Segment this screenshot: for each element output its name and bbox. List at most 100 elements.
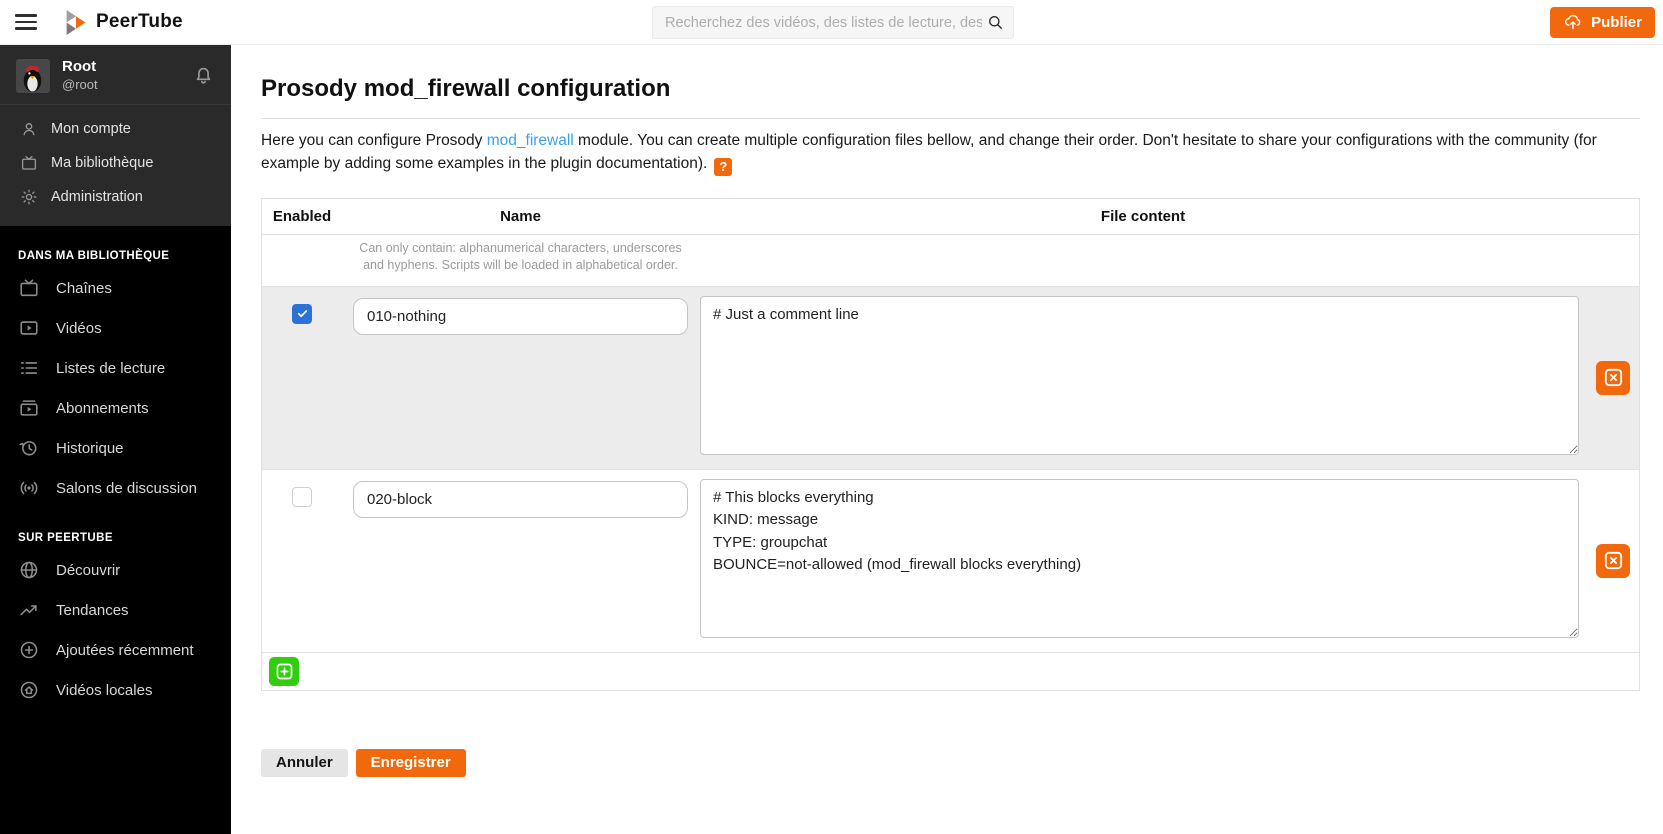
sidebar-item-decouvrir[interactable]: Découvrir: [0, 550, 231, 590]
mod-firewall-link[interactable]: mod_firewall: [487, 132, 574, 149]
search-input[interactable]: [665, 15, 982, 31]
sidebar-item-abonnements[interactable]: Abonnements: [0, 388, 231, 428]
user-name: Root: [62, 58, 180, 77]
sidebar-item-label: Vidéos: [56, 320, 102, 337]
user-handle: @root: [62, 77, 180, 93]
name-constraints-help: Can only contain: alphanumerical charact…: [342, 235, 699, 286]
publish-label: Publier: [1591, 14, 1642, 31]
user-block[interactable]: Root @root: [0, 45, 231, 104]
name-cell: [342, 287, 699, 469]
broadcast-icon: [18, 477, 40, 499]
table-header-row: Enabled Name File content: [262, 199, 1639, 235]
plus-square-icon: [274, 661, 295, 682]
playlist-icon: [18, 357, 40, 379]
sidebar-item-label: Mon compte: [51, 121, 131, 137]
home-circle-icon: [18, 679, 40, 701]
menu-toggle-button[interactable]: [15, 12, 39, 32]
form-actions: Annuler Enregistrer: [261, 749, 1640, 777]
firewall-config-table: Enabled Name File content Can only conta…: [261, 198, 1640, 691]
sidebar-item-ajoutees-recemment[interactable]: Ajoutées récemment: [0, 630, 231, 670]
sidebar-item-label: Chaînes: [56, 280, 112, 297]
sidebar-item-ma-bibliotheque[interactable]: Ma bibliothèque: [0, 146, 231, 180]
x-square-icon: [1602, 366, 1625, 389]
sidebar-item-label: Découvrir: [56, 562, 120, 579]
sidebar-item-mon-compte[interactable]: Mon compte: [0, 112, 231, 146]
sidebar-item-administration[interactable]: Administration: [0, 180, 231, 214]
col-header-actions: [1587, 199, 1639, 234]
globe-icon: [18, 559, 40, 581]
config-row-2: # This blocks everything KIND: message T…: [262, 469, 1639, 652]
enabled-cell: [262, 470, 342, 652]
sidebar-item-label: Salons de discussion: [56, 480, 197, 497]
actions-cell: [1587, 287, 1639, 469]
sidebar-item-label: Listes de lecture: [56, 360, 165, 377]
upload-cloud-icon: [1563, 12, 1583, 32]
search-icon[interactable]: [986, 13, 1005, 32]
enabled-checkbox[interactable]: [292, 304, 312, 324]
config-name-input[interactable]: [353, 481, 688, 518]
user-names: Root @root: [62, 58, 180, 93]
sidebar-item-listes-de-lecture[interactable]: Listes de lecture: [0, 348, 231, 388]
main-content: Prosody mod_firewall configuration Here …: [231, 45, 1663, 834]
tv-icon: [20, 154, 38, 172]
notifications-bell-icon[interactable]: [192, 64, 215, 87]
search-box: [652, 6, 1014, 39]
content-cell: # Just a comment line: [699, 287, 1587, 469]
page-title: Prosody mod_firewall configuration: [261, 75, 1640, 103]
x-square-icon: [1602, 549, 1625, 572]
subscriptions-icon: [18, 397, 40, 419]
peertube-home-link[interactable]: PeerTube: [65, 10, 183, 35]
sidebar: Root @root Mon compte Ma bibliothèque Ad…: [0, 45, 231, 834]
sidebar-item-salons-de-discussion[interactable]: Salons de discussion: [0, 468, 231, 508]
user-icon: [20, 120, 38, 138]
name-cell: [342, 470, 699, 652]
sidebar-item-label: Historique: [56, 440, 124, 457]
app-root: PeerTube Publier: [0, 0, 1663, 834]
add-row: [262, 652, 1639, 690]
actions-cell: [1587, 470, 1639, 652]
config-name-input[interactable]: [353, 298, 688, 335]
video-icon: [18, 317, 40, 339]
table-help-row: Can only contain: alphanumerical charact…: [262, 235, 1639, 286]
publish-button[interactable]: Publier: [1550, 7, 1655, 38]
col-header-enabled: Enabled: [262, 199, 342, 234]
content-cell: # This blocks everything KIND: message T…: [699, 470, 1587, 652]
enabled-checkbox[interactable]: [292, 487, 312, 507]
delete-row-button[interactable]: [1596, 361, 1630, 395]
sidebar-item-label: Vidéos locales: [56, 682, 152, 699]
check-icon: [296, 307, 309, 320]
save-button[interactable]: Enregistrer: [356, 749, 466, 777]
title-divider: [261, 118, 1640, 119]
add-config-button[interactable]: [269, 657, 299, 686]
help-icon[interactable]: ?: [714, 158, 732, 176]
sidebar-item-videos-locales[interactable]: Vidéos locales: [0, 670, 231, 710]
avatar: [16, 59, 50, 93]
top-bar: PeerTube Publier: [0, 0, 1663, 45]
config-content-textarea[interactable]: # Just a comment line: [700, 296, 1579, 455]
sidebar-item-videos[interactable]: Vidéos: [0, 308, 231, 348]
sidebar-item-tendances[interactable]: Tendances: [0, 590, 231, 630]
intro-text: Here you can configure Prosody mod_firew…: [261, 129, 1640, 176]
delete-row-button[interactable]: [1596, 544, 1630, 578]
sidebar-item-label: Tendances: [56, 602, 129, 619]
account-menu: Mon compte Ma bibliothèque Administratio…: [0, 104, 231, 226]
sidebar-item-label: Ma bibliothèque: [51, 155, 153, 171]
brand-name: PeerTube: [96, 11, 183, 33]
config-row-1: # Just a comment line: [262, 286, 1639, 469]
section-title: DANS MA BIBLIOTHÈQUE: [0, 250, 231, 268]
sidebar-section-library: DANS MA BIBLIOTHÈQUE Chaînes Vidéos List…: [0, 226, 231, 508]
tv-icon: [18, 277, 40, 299]
peertube-logo-icon: [65, 10, 87, 35]
sidebar-item-historique[interactable]: Historique: [0, 428, 231, 468]
config-content-textarea[interactable]: # This blocks everything KIND: message T…: [700, 479, 1579, 638]
sidebar-item-label: Ajoutées récemment: [56, 642, 194, 659]
trending-icon: [18, 599, 40, 621]
plus-circle-icon: [18, 639, 40, 661]
history-icon: [18, 437, 40, 459]
intro-before-link: Here you can configure Prosody: [261, 132, 487, 149]
cancel-button[interactable]: Annuler: [261, 749, 348, 777]
col-header-file-content: File content: [699, 199, 1587, 234]
section-title: SUR PEERTUBE: [0, 532, 231, 550]
hamburger-icon: [15, 14, 37, 17]
sidebar-item-chaines[interactable]: Chaînes: [0, 268, 231, 308]
